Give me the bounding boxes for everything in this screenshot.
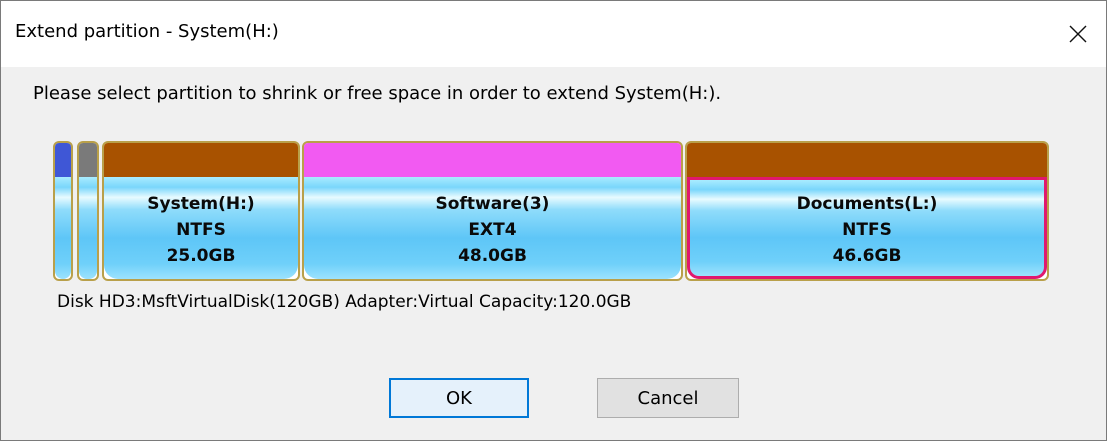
partition-name: Software(3) (435, 194, 550, 214)
disk-info: Disk HD3:MsftVirtualDisk(120GB) Adapter:… (57, 292, 632, 312)
disk-map: System(H:) NTFS 25.0GB Software(3) EXT4 … (53, 141, 1049, 283)
cancel-button[interactable]: Cancel (597, 378, 739, 418)
partition-band (79, 143, 97, 177)
partition-band (104, 143, 298, 177)
partition-block-1[interactable] (53, 141, 73, 281)
partition-fs: NTFS (842, 220, 892, 240)
partition-fs: NTFS (176, 220, 226, 240)
close-button[interactable] (1050, 1, 1106, 67)
extend-partition-dialog: Extend partition - System(H:) Please sel… (0, 0, 1107, 441)
partition-fs: EXT4 (468, 220, 517, 240)
partition-size: 25.0GB (166, 246, 236, 266)
window-title: Extend partition - System(H:) (15, 21, 279, 42)
partition-block-software[interactable]: Software(3) EXT4 48.0GB (302, 141, 683, 281)
ok-button[interactable]: OK (389, 378, 529, 418)
title-bar: Extend partition - System(H:) (1, 1, 1106, 67)
partition-block-documents[interactable]: Documents(L:) NTFS 46.6GB (685, 141, 1049, 281)
partition-size: 46.6GB (832, 246, 902, 266)
instruction-text: Please select partition to shrink or fre… (33, 83, 722, 104)
partition-band (55, 143, 71, 177)
partition-size: 48.0GB (458, 246, 527, 266)
partition-name: Documents(L:) (796, 194, 938, 214)
partition-block-system[interactable]: System(H:) NTFS 25.0GB (102, 141, 300, 281)
close-icon (1069, 25, 1087, 43)
partition-band (687, 143, 1047, 177)
partition-name: System(H:) (147, 194, 255, 214)
partition-band (304, 143, 681, 177)
partition-block-2[interactable] (77, 141, 99, 281)
